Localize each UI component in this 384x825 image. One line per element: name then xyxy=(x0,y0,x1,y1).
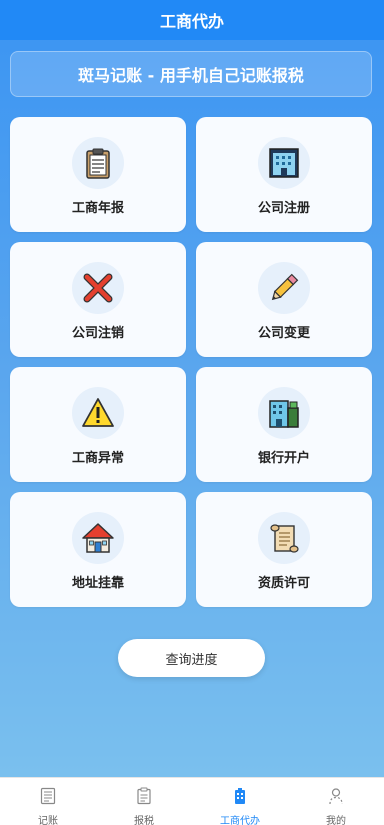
service-card-company-change[interactable]: 公司变更 xyxy=(196,242,372,357)
page-title: 工商代办 xyxy=(159,12,224,31)
service-label: 工商异常 xyxy=(71,451,124,466)
tax-clipboard-icon xyxy=(135,787,153,809)
service-card-company-registration[interactable]: 公司注册 xyxy=(196,117,372,232)
cross-icon xyxy=(72,262,124,314)
tab-business-agency[interactable]: 工商代办 xyxy=(192,778,288,825)
service-label: 公司变更 xyxy=(257,326,310,341)
pencil-icon xyxy=(258,262,310,314)
page-header: 工商代办 xyxy=(0,0,384,40)
house-icon xyxy=(72,512,124,564)
service-grid: 工商年报 公司注册 公司注销 公司变更 工商异常 银行开户 地址挂靠 资质许可 xyxy=(10,117,376,607)
service-label: 银行开户 xyxy=(257,451,310,466)
service-card-annual-report[interactable]: 工商年报 xyxy=(10,117,186,232)
bottom-tab-bar: 记账 报税 工商代办 我的 xyxy=(0,777,384,825)
scroll-icon xyxy=(258,512,310,564)
bank-building-icon xyxy=(258,387,310,439)
promo-banner[interactable]: 斑马记账 - 用手机自己记账报税 xyxy=(10,51,372,97)
query-progress-button[interactable]: 查询进度 xyxy=(118,639,265,677)
service-label: 公司注册 xyxy=(257,201,310,216)
ledger-icon xyxy=(39,787,57,809)
tab-tax[interactable]: 报税 xyxy=(96,778,192,825)
service-label: 公司注销 xyxy=(71,326,124,341)
tab-label: 报税 xyxy=(134,816,154,825)
tab-label: 记账 xyxy=(38,816,58,825)
banner-text: 斑马记账 - 用手机自己记账报税 xyxy=(78,66,304,85)
service-card-company-deregistration[interactable]: 公司注销 xyxy=(10,242,186,357)
warning-icon xyxy=(72,387,124,439)
user-icon xyxy=(327,787,345,809)
clipboard-icon xyxy=(72,137,124,189)
service-card-bank-account[interactable]: 银行开户 xyxy=(196,367,372,482)
tab-label: 工商代办 xyxy=(220,816,260,825)
service-card-business-abnormal[interactable]: 工商异常 xyxy=(10,367,186,482)
service-label: 工商年报 xyxy=(71,201,124,216)
service-card-qualification-license[interactable]: 资质许可 xyxy=(196,492,372,607)
query-progress-label: 查询进度 xyxy=(165,652,218,668)
service-label: 地址挂靠 xyxy=(71,576,124,591)
service-label: 资质许可 xyxy=(257,576,310,591)
building-icon xyxy=(258,137,310,189)
tab-profile[interactable]: 我的 xyxy=(288,778,384,825)
tab-label: 我的 xyxy=(326,816,346,825)
tab-bookkeeping[interactable]: 记账 xyxy=(0,778,96,825)
service-card-address-registration[interactable]: 地址挂靠 xyxy=(10,492,186,607)
agency-icon xyxy=(231,787,249,809)
